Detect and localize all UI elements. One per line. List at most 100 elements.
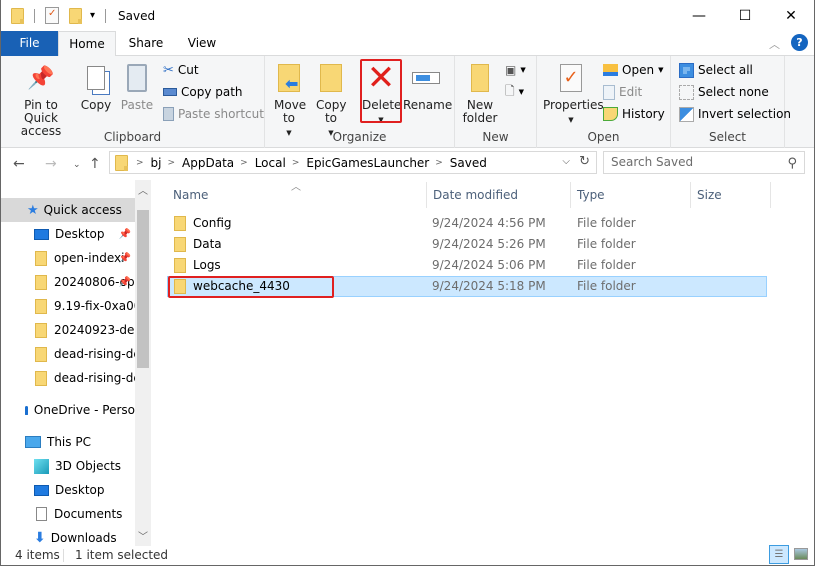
column-header-date[interactable]: Date modified [433,180,518,210]
copy-to-button[interactable]: Copy to ▼ [313,60,349,140]
nav-quick-item[interactable]: 20240923-dead [1,318,135,342]
properties-icon: ✓ [560,64,582,92]
tab-share[interactable]: Share [123,31,169,56]
computer-icon [25,436,41,448]
file-name: Logs [193,258,221,272]
cut-button[interactable]: ✂ Cut [163,60,199,80]
breadcrumb-saved[interactable]: Saved [450,156,487,170]
select-all-icon [679,62,694,78]
close-button[interactable]: ✕ [768,0,814,31]
help-icon[interactable]: ? [791,34,808,51]
scroll-up-icon[interactable]: ︿ [138,182,148,197]
nav-desktop-pinned[interactable]: Desktop 📌 [1,222,135,246]
nav-quick-item[interactable]: dead-rising-de [1,366,135,390]
minimize-button[interactable]: — [676,0,722,31]
folder-icon [174,237,186,252]
divider [63,549,64,562]
tab-home[interactable]: Home [58,31,116,57]
properties-icon[interactable] [45,7,59,24]
nav-quick-item[interactable]: open-indexi 📌 [1,246,135,270]
history-icon [603,107,618,121]
item-count: 4 items [15,548,60,562]
nav-onedrive[interactable]: OneDrive - Perso [1,398,135,422]
pin-icon: 📌 [118,276,131,288]
easy-access-button[interactable]: 🗋 ▼ [505,82,524,102]
details-view-icon: ☰ [774,549,784,560]
open-folder-icon [603,64,618,76]
file-row[interactable]: Data 9/24/2024 5:26 PM File folder [167,234,767,255]
paste-shortcut-button[interactable]: Paste shortcut [163,104,264,124]
nav-quick-item[interactable]: dead-rising-de [1,342,135,366]
column-header-size[interactable]: Size [697,180,722,210]
clipboard-icon [127,64,147,92]
customize-toolbar-icon[interactable]: ▾ [90,10,95,21]
breadcrumb-local[interactable]: Local [255,156,286,170]
nav-quick-item[interactable]: 9.19-fix-0xa00f4 [1,294,135,318]
history-button[interactable]: History [603,104,665,124]
chevron-right-icon[interactable]: > [168,158,176,168]
properties-button[interactable]: ✓ Properties ▼ [543,60,604,127]
chevron-right-icon[interactable]: > [292,158,300,168]
nav-quick-item[interactable]: 20240806-op 📌 [1,270,135,294]
file-row[interactable]: Config 9/24/2024 4:56 PM File folder [167,213,767,234]
move-to-button[interactable]: ⬅ Move to ▼ [272,60,306,140]
paste-button[interactable]: Paste [119,60,155,112]
edit-button[interactable]: Edit [603,82,642,102]
address-bar[interactable]: > bj > AppData > Local > EpicGamesLaunch… [109,151,597,174]
breadcrumb-appdata[interactable]: AppData [182,156,234,170]
refresh-icon[interactable]: ↻ [579,154,590,169]
copy-button[interactable]: Copy [79,60,113,112]
open-group: ✓ Properties ▼ Open ▼ Edit History Open [537,56,671,148]
new-item-icon: ▣ [505,63,517,77]
divider [34,8,35,23]
back-arrow-icon[interactable]: ← [13,156,25,172]
forward-arrow-icon[interactable]: → [45,156,57,172]
copy-path-button[interactable]: Copy path [163,82,243,102]
column-header-type[interactable]: Type [577,180,605,210]
tab-view[interactable]: View [181,31,223,56]
ribbon-tabs: File Home Share View ︿ ? [1,31,814,57]
select-all-button[interactable]: Select all [679,60,753,80]
breadcrumb-epicgameslauncher[interactable]: EpicGamesLauncher [306,156,429,170]
recent-locations-icon[interactable]: ⌄ [73,160,81,170]
column-divider[interactable] [426,182,427,208]
file-row[interactable]: Logs 9/24/2024 5:06 PM File folder [167,255,767,276]
clipboard-group-label: Clipboard [103,130,162,144]
invert-selection-button[interactable]: Invert selection [679,104,791,124]
new-folder-button[interactable]: New folder [461,60,499,125]
nav-downloads[interactable]: ⬇ Downloads [1,526,135,546]
pin-icon: 📌 [118,228,131,240]
scroll-down-icon[interactable]: ﹀ [138,528,148,543]
pin-to-quick-access-button[interactable]: 📌 Pin to Quick access [7,60,75,138]
chevron-down-icon[interactable]: ⌵ [562,156,570,167]
breadcrumb-bj[interactable]: bj [151,156,162,170]
open-button[interactable]: Open ▼ [603,60,663,80]
select-group: Select all Select none Invert selection … [671,56,791,148]
nav-3d-objects[interactable]: 3D Objects [1,454,135,478]
select-none-button[interactable]: Select none [679,82,769,102]
chevron-right-icon[interactable]: > [240,158,248,168]
nav-this-pc[interactable]: This PC [1,430,135,454]
maximize-button[interactable]: ☐ [722,0,768,31]
search-icon[interactable]: ⚲ [787,153,797,174]
new-folder-icon[interactable] [69,7,82,24]
tab-file[interactable]: File [1,31,58,56]
nav-documents[interactable]: Documents [1,502,135,526]
column-divider[interactable] [770,182,771,208]
file-type: File folder [577,237,636,251]
nav-quick-access[interactable]: ★ Quick access [1,198,135,222]
up-arrow-icon[interactable]: ↑ [89,156,101,172]
nav-desktop[interactable]: Desktop [1,478,135,502]
large-icons-view-button[interactable] [794,548,808,560]
collapse-ribbon-icon[interactable]: ︿ [769,36,780,52]
nav-scrollbar-thumb[interactable] [137,210,149,368]
chevron-right-icon[interactable]: > [435,158,443,168]
details-view-button[interactable]: ☰ [769,545,789,564]
search-input[interactable]: Search Saved ⚲ [603,151,805,174]
rename-button[interactable]: Rename [403,60,452,112]
column-header-name[interactable]: Name [173,180,208,210]
column-divider[interactable] [690,182,691,208]
column-divider[interactable] [570,182,571,208]
status-bar: 4 items 1 item selected [1,546,814,566]
new-item-button[interactable]: ▣ ▼ [505,60,526,80]
